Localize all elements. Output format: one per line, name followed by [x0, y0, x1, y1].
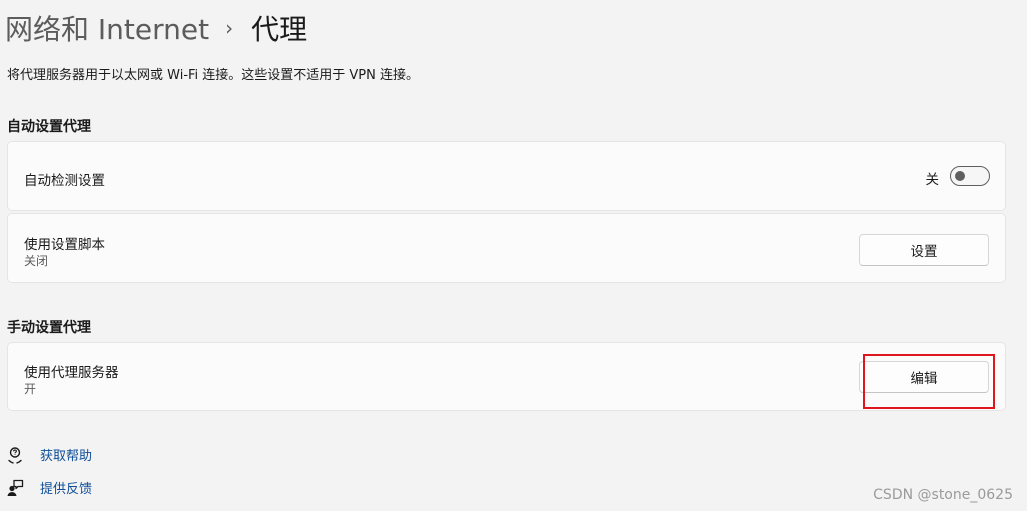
help-icon: [6, 446, 24, 464]
feedback-icon: [6, 479, 24, 497]
breadcrumb: 网络和 Internet › 代理: [5, 8, 307, 48]
page-title: 代理: [251, 13, 308, 46]
proxy-server-card: 使用代理服务器 开 编辑: [7, 342, 1006, 411]
proxy-server-label: 使用代理服务器: [24, 365, 119, 381]
setup-script-status: 关闭: [24, 254, 49, 268]
auto-detect-toggle-state: 关: [925, 172, 940, 188]
breadcrumb-parent[interactable]: 网络和 Internet: [5, 8, 209, 48]
page-description: 将代理服务器用于以太网或 Wi-Fi 连接。这些设置不适用于 VPN 连接。: [7, 68, 420, 83]
toggle-knob: [955, 171, 965, 181]
get-help-link-row[interactable]: 获取帮助: [6, 445, 92, 464]
get-help-link[interactable]: 获取帮助: [40, 445, 92, 464]
watermark: CSDN @stone_0625: [873, 487, 1013, 503]
auto-detect-label: 自动检测设置: [24, 173, 105, 189]
setup-script-card: 使用设置脚本 关闭 设置: [7, 213, 1006, 283]
give-feedback-link[interactable]: 提供反馈: [40, 478, 92, 497]
auto-detect-toggle[interactable]: [950, 166, 990, 186]
auto-proxy-section-title: 自动设置代理: [7, 119, 91, 135]
setup-script-label: 使用设置脚本: [24, 237, 105, 253]
auto-detect-settings-card: 自动检测设置 关: [7, 141, 1006, 211]
give-feedback-link-row[interactable]: 提供反馈: [6, 478, 92, 497]
setup-script-button[interactable]: 设置: [859, 234, 989, 266]
proxy-server-status: 开: [24, 382, 37, 396]
breadcrumb-separator: ›: [225, 16, 234, 40]
manual-proxy-section-title: 手动设置代理: [7, 320, 91, 336]
edit-proxy-button[interactable]: 编辑: [859, 361, 989, 393]
